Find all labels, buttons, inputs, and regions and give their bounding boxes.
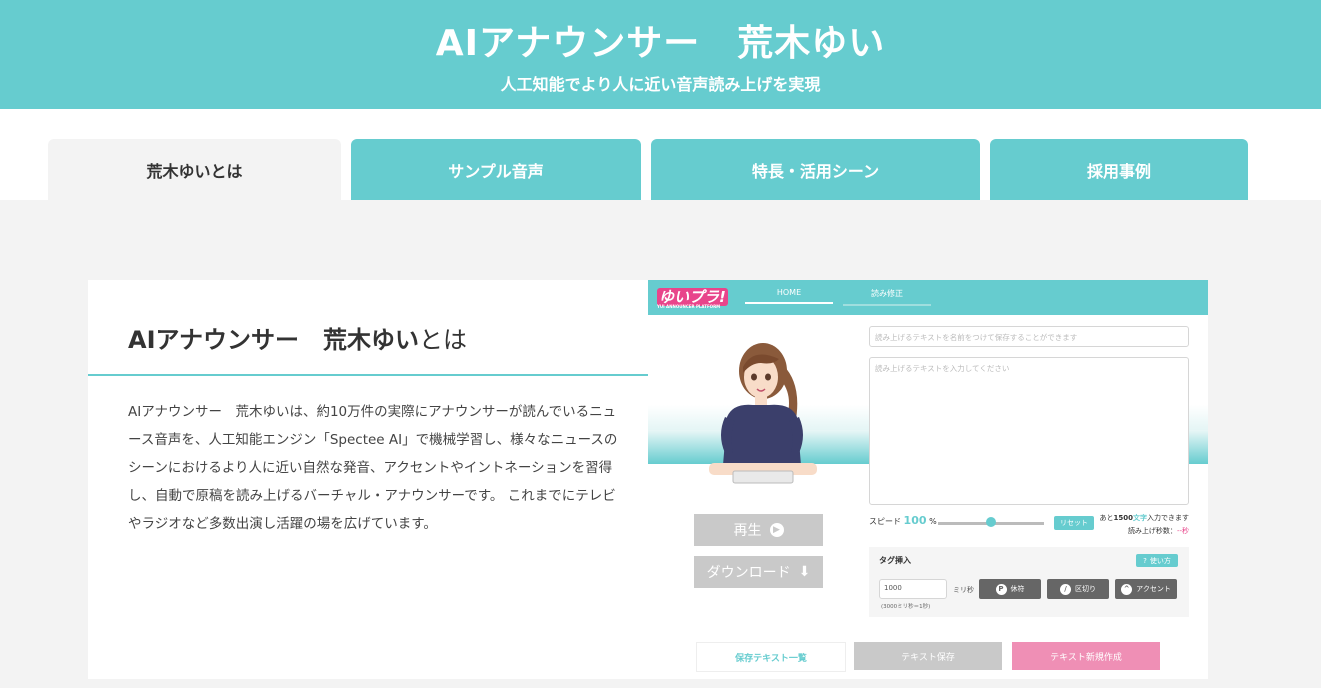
text-input[interactable]: 読み上げるテキストを入力してください <box>869 357 1189 505</box>
rest-tag-button[interactable]: P 休符 <box>979 579 1041 599</box>
about-card: AIアナウンサー 荒木ゆいとは AIアナウンサー 荒木ゆいは、約10万件の実際に… <box>88 280 648 679</box>
speed-label: スピード <box>869 517 901 526</box>
ms-unit: ミリ秒 <box>953 586 974 594</box>
download-button-label: ダウンロード <box>706 565 791 581</box>
howto-label: 使い方 <box>1149 556 1171 565</box>
read-seconds-value: --秒 <box>1176 527 1189 535</box>
tab-features[interactable]: 特長・活用シーン <box>651 139 980 200</box>
new-text-button[interactable]: テキスト新規作成 <box>1012 642 1160 670</box>
title-input[interactable]: 読み上げるテキストを名前をつけて保存することができます <box>869 326 1189 347</box>
saved-texts-button[interactable]: 保存テキスト一覧 <box>696 642 846 672</box>
accent-tag-button[interactable]: ^ アクセント <box>1115 579 1177 599</box>
accent-tag-label: アクセント <box>1136 585 1171 593</box>
tag-insert-title: タグ挿入 <box>879 556 911 565</box>
rest-tag-label: 休符 <box>1010 585 1025 593</box>
play-button-label: 再生 <box>733 523 762 539</box>
section-body: AIアナウンサー 荒木ゆいは、約10万件の実際にアナウンサーが読んでいるニュース… <box>128 404 618 532</box>
play-icon: ▶ <box>769 523 784 537</box>
reset-button[interactable]: リセット <box>1054 516 1094 530</box>
read-seconds-label: 読み上げ秒数： <box>1127 527 1177 535</box>
download-icon: ⬇ <box>798 564 811 580</box>
tab-bar: 荒木ゆいとは サンプル音声 特長・活用シーン 採用事例 <box>0 109 1321 200</box>
section-heading-suffix: とは <box>419 326 468 354</box>
speed-slider-knob[interactable] <box>986 517 996 527</box>
tab-about[interactable]: 荒木ゆいとは <box>48 139 341 200</box>
hero-banner: AIアナウンサー 荒木ゆい 人工知能でより人に近い音声読み上げを実現 <box>0 0 1321 109</box>
play-button[interactable]: 再生 ▶ <box>694 514 823 546</box>
remaining-count: 1500 <box>1113 514 1133 522</box>
section-heading: AIアナウンサー 荒木ゆいとは <box>128 320 467 355</box>
remaining-prefix: あと <box>1099 514 1114 522</box>
tag-insert-panel: タグ挿入 ? 使い方 1000 ミリ秒 (3000ミリ秒＝1秒) P 休符 / 区切り… <box>869 547 1189 617</box>
speed-readout: スピード 100 % <box>869 514 937 527</box>
ms-input[interactable]: 1000 <box>879 579 947 599</box>
page-subtitle: 人工知能でより人に近い音声読み上げを実現 <box>500 75 821 94</box>
slash-icon: / <box>1060 583 1071 595</box>
tab-case-studies[interactable]: 採用事例 <box>990 139 1248 200</box>
app-navbar: ゆいプラ! YUI ANNOUNCER PLATFORM HOME 読み修正 <box>648 280 1208 315</box>
save-text-button[interactable]: テキスト保存 <box>854 642 1002 670</box>
ms-hint: (3000ミリ秒＝1秒) <box>881 604 931 610</box>
app-nav-home[interactable]: HOME <box>745 288 833 304</box>
rest-icon: P <box>995 583 1007 595</box>
download-button[interactable]: ダウンロード ⬇ <box>694 556 823 588</box>
remaining-unit: 文字 <box>1133 514 1147 522</box>
break-tag-button[interactable]: / 区切り <box>1047 579 1109 599</box>
remaining-suffix: 入力できます <box>1147 514 1189 522</box>
help-icon: ? <box>1143 556 1147 565</box>
app-logo: ゆいプラ! YUI ANNOUNCER PLATFORM <box>657 286 728 309</box>
read-seconds: 読み上げ秒数：--秒 <box>1098 525 1189 538</box>
announcer-avatar <box>709 343 817 484</box>
page-title: AIアナウンサー 荒木ゆい <box>435 23 886 64</box>
section-heading-bold: AIアナウンサー 荒木ゆい <box>128 326 420 354</box>
heading-divider <box>88 374 648 376</box>
remaining-chars: あと1500文字入力できます <box>1098 512 1189 525</box>
howto-button[interactable]: ? 使い方 <box>1136 554 1178 567</box>
caret-icon: ^ <box>1121 583 1133 595</box>
app-logo-subtitle: YUI ANNOUNCER PLATFORM <box>657 304 721 309</box>
app-screenshot: ゆいプラ! YUI ANNOUNCER PLATFORM HOME 読み修正 再… <box>648 280 1208 679</box>
tab-sample-audio[interactable]: サンプル音声 <box>351 139 641 200</box>
app-nav-reading-edit[interactable]: 読み修正 <box>843 288 931 306</box>
speed-value: 100 <box>903 514 927 527</box>
remaining-info: あと1500文字入力できます 読み上げ秒数：--秒 <box>1098 512 1189 538</box>
speed-unit: % <box>929 517 937 526</box>
break-tag-label: 区切り <box>1075 585 1096 593</box>
